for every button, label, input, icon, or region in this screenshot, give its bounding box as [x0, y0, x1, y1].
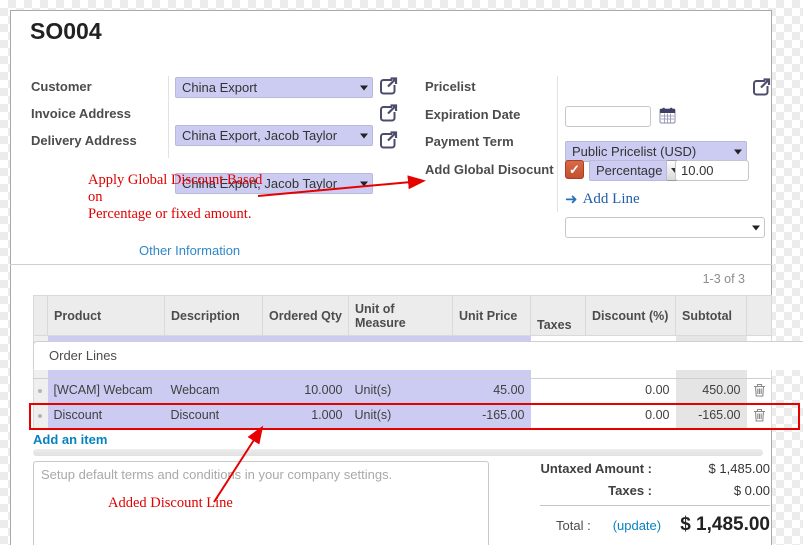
global-discount-checkbox[interactable]: ✓ [565, 160, 584, 179]
invoice-address-value: China Export, Jacob Taylor [182, 128, 337, 143]
header-subtotal[interactable]: Subtotal [676, 296, 747, 336]
total-row: Total : (update) $ 1,485.00 [540, 514, 770, 536]
cell-uom[interactable]: Unit(s) [349, 404, 453, 429]
delivery-address-label: Delivery Address [31, 133, 137, 148]
header-unit-price[interactable]: Unit Price [453, 296, 531, 336]
cell-description[interactable]: Webcam [165, 379, 263, 404]
pricelist-select[interactable]: Public Pricelist (USD) [565, 141, 747, 162]
update-total-link[interactable]: (update) [613, 518, 661, 533]
tab-order-lines[interactable]: Order Lines [33, 341, 803, 370]
order-line-row[interactable]: [WCAM] Webcam Webcam 10.000 Unit(s) 45.0… [34, 379, 772, 404]
trash-icon [753, 383, 766, 397]
cell-product[interactable]: [WCAM] Webcam [48, 379, 165, 404]
header-taxes[interactable]: Taxes [531, 296, 586, 336]
cell-uom[interactable]: Unit(s) [349, 379, 453, 404]
expiration-date-input[interactable] [565, 106, 651, 127]
page-title: SO004 [30, 18, 102, 45]
taxes-label: Taxes : [540, 483, 680, 498]
row-drag-handle[interactable] [34, 379, 48, 404]
totals-divider [540, 505, 770, 506]
cell-unit-price[interactable]: -165.00 [453, 404, 531, 429]
taxes-value: $ 0.00 [680, 483, 770, 498]
total-value: $ 1,485.00 [661, 514, 770, 536]
cell-qty[interactable]: 1.000 [263, 404, 349, 429]
tab-order-lines-label: Order Lines [49, 348, 117, 363]
customer-external-link-icon[interactable] [379, 77, 398, 96]
tab-other-information[interactable]: Other Information [124, 236, 255, 265]
header-description[interactable]: Description [165, 296, 263, 336]
trash-icon [753, 408, 766, 422]
chevron-down-icon [360, 85, 368, 90]
cell-taxes[interactable] [531, 404, 586, 429]
payment-term-select[interactable] [565, 217, 765, 238]
terms-conditions-textarea[interactable] [33, 461, 489, 545]
invoice-address-external-link-icon[interactable] [379, 104, 398, 123]
chevron-down-icon [734, 149, 742, 154]
header-ordered-qty[interactable]: Ordered Qty [263, 296, 349, 336]
chevron-down-icon [752, 225, 760, 230]
customer-label: Customer [31, 79, 92, 94]
global-discount-label: Add Global Disocunt [425, 162, 554, 177]
annotation-global-discount-note: Apply Global Discount Based on Percentag… [88, 172, 278, 223]
left-column-divider [168, 76, 169, 158]
header-product[interactable]: Product [48, 296, 165, 336]
discount-type-value: Percentage [596, 163, 663, 178]
pricelist-label: Pricelist [425, 79, 476, 94]
add-line-label: Add Line [583, 191, 640, 208]
discount-type-value-box[interactable]: Percentage [589, 160, 667, 181]
page-background: SO004 Customer Invoice Address Delivery … [0, 0, 803, 545]
chevron-down-icon [360, 133, 368, 138]
table-header-row: Product Description Ordered Qty Unit of … [34, 296, 772, 336]
right-column-divider [557, 76, 558, 212]
tab-other-information-label: Other Information [139, 243, 240, 258]
checkmark-icon: ✓ [569, 162, 580, 178]
cell-subtotal: 450.00 [676, 379, 747, 404]
cell-qty[interactable]: 10.000 [263, 379, 349, 404]
pricelist-value: Public Pricelist (USD) [572, 144, 696, 159]
expiration-date-label: Expiration Date [425, 107, 520, 122]
add-line-link[interactable]: ➜ Add Line [565, 190, 640, 208]
right-arrow-icon: ➜ [565, 190, 578, 208]
customer-value: China Export [182, 80, 257, 95]
row-drag-handle[interactable] [34, 404, 48, 429]
cell-product[interactable]: Discount [48, 404, 165, 429]
untaxed-amount-value: $ 1,485.00 [680, 461, 770, 476]
cell-discount[interactable]: 0.00 [586, 404, 676, 429]
annotation-added-discount-line: Added Discount Line [108, 495, 233, 512]
order-line-row-discount[interactable]: Discount Discount 1.000 Unit(s) -165.00 … [34, 404, 772, 429]
discount-amount-input[interactable] [675, 160, 749, 181]
header-unit-of-measure[interactable]: Unit of Measure [349, 296, 453, 336]
untaxed-amount-row: Untaxed Amount : $ 1,485.00 [540, 461, 770, 476]
table-horizontal-scrollbar[interactable] [33, 449, 763, 456]
invoice-address-select[interactable]: China Export, Jacob Taylor [175, 125, 373, 146]
delete-row-button[interactable] [747, 404, 772, 429]
chevron-down-icon [360, 181, 368, 186]
totals-panel: Untaxed Amount : $ 1,485.00 Taxes : $ 0.… [540, 461, 770, 536]
delivery-address-external-link-icon[interactable] [379, 131, 398, 150]
invoice-address-label: Invoice Address [31, 106, 131, 121]
discount-type-combo[interactable]: Percentage [589, 160, 683, 181]
calendar-icon[interactable] [659, 107, 676, 124]
taxes-row: Taxes : $ 0.00 [540, 483, 770, 498]
cell-taxes[interactable] [531, 379, 586, 404]
list-pager[interactable]: 1-3 of 3 [600, 272, 745, 286]
cell-unit-price[interactable]: 45.00 [453, 379, 531, 404]
header-discount[interactable]: Discount (%) [586, 296, 676, 336]
cell-subtotal: -165.00 [676, 404, 747, 429]
header-handle [34, 296, 48, 336]
untaxed-amount-label: Untaxed Amount : [540, 461, 680, 476]
cell-discount[interactable]: 0.00 [586, 379, 676, 404]
total-label: Total : [556, 518, 591, 533]
delete-row-button[interactable] [747, 379, 772, 404]
cell-description[interactable]: Discount [165, 404, 263, 429]
payment-term-label: Payment Term [425, 134, 514, 149]
customer-select[interactable]: China Export [175, 77, 373, 98]
add-item-link[interactable]: Add an item [33, 432, 107, 447]
header-delete [747, 296, 772, 336]
pricelist-external-link-icon[interactable] [752, 78, 771, 97]
